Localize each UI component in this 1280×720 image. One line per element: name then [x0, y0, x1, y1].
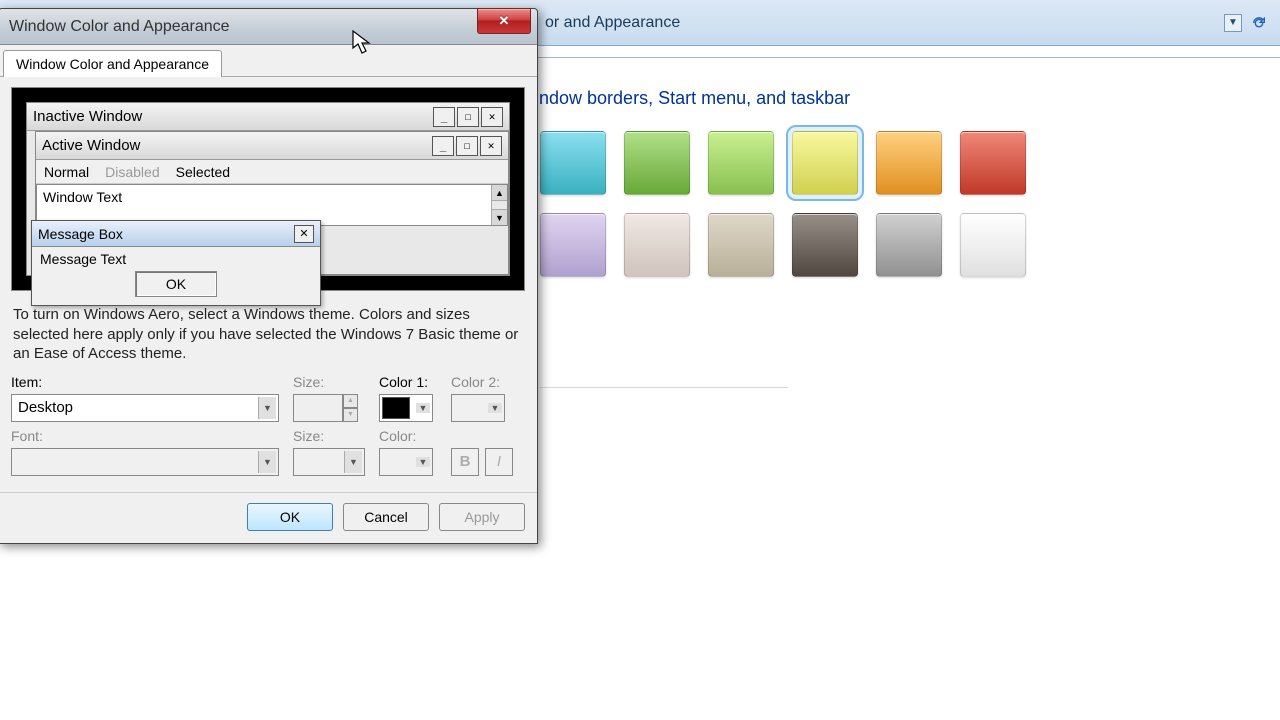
font-size-combo: ▼ [293, 448, 365, 476]
chevron-down-icon: ▼ [416, 457, 430, 467]
menu-disabled: Disabled [105, 164, 159, 180]
color-swatch[interactable] [708, 131, 774, 195]
color1-chip [382, 397, 410, 419]
chevron-down-icon: ▼ [488, 403, 502, 413]
refresh-icon [1251, 15, 1267, 31]
color-swatch[interactable] [624, 131, 690, 195]
color-heading: indow borders, Start menu, and taskbar [535, 88, 1240, 109]
color-swatch[interactable] [624, 213, 690, 277]
messagebox-text: Message Text [40, 251, 126, 267]
divider [540, 387, 788, 388]
menu-normal: Normal [44, 164, 89, 180]
description-text: To turn on Windows Aero, select a Window… [13, 305, 523, 364]
preview-scrollbar: ▲ ▼ [491, 185, 507, 225]
color-swatch[interactable] [540, 213, 606, 277]
italic-button: I [485, 448, 513, 476]
preview-menubar: Normal Disabled Selected [36, 160, 508, 184]
window-text: Window Text [43, 189, 122, 205]
address-dropdown-button[interactable]: ▼ [1224, 14, 1242, 32]
font-combo: ▼ [11, 448, 279, 476]
size-spinner: ▲ ▼ [293, 394, 365, 422]
size2-label: Size: [293, 428, 365, 444]
menu-selected: Selected [176, 164, 230, 180]
size-input [293, 394, 343, 422]
messagebox-title: Message Box [38, 226, 123, 242]
chevron-down-icon: ▼ [258, 451, 276, 473]
color2-combo: ▼ [451, 394, 505, 422]
scroll-up-icon: ▲ [492, 185, 507, 201]
item-combo[interactable]: Desktop ▼ [11, 394, 279, 422]
bold-button: B [451, 448, 479, 476]
font-color-combo: ▼ [379, 448, 433, 476]
item-label: Item: [11, 374, 279, 390]
color-swatch[interactable] [960, 131, 1026, 195]
spin-up-icon: ▲ [343, 394, 358, 408]
spin-down-icon: ▼ [343, 408, 358, 422]
dialog-close-button[interactable]: ✕ [477, 8, 531, 34]
close-icon: ✕ [481, 107, 503, 127]
color-swatch-selected[interactable] [792, 131, 858, 195]
minimize-icon: _ [432, 136, 454, 156]
cancel-button[interactable]: Cancel [343, 503, 429, 531]
color-swatch[interactable] [876, 213, 942, 277]
messagebox-ok-button: OK [135, 271, 217, 297]
active-window-title: Active Window [42, 137, 432, 154]
color-swatch[interactable] [708, 213, 774, 277]
chevron-down-icon: ▼ [344, 451, 362, 473]
maximize-icon: ☐ [456, 136, 478, 156]
minimize-icon: _ [433, 107, 455, 127]
color-swatch[interactable] [960, 213, 1026, 277]
apply-button[interactable]: Apply [439, 503, 525, 531]
dialog-title: Window Color and Appearance [9, 18, 230, 36]
tab-appearance[interactable]: Window Color and Appearance [3, 50, 222, 77]
color-swatch[interactable] [792, 213, 858, 277]
inactive-window-title: Inactive Window [33, 108, 433, 125]
color2-label: Color 2: [451, 374, 509, 390]
preview-pane: Inactive Window _ ☐ ✕ Active Window _ ☐ … [11, 87, 525, 291]
preview-messagebox: Message Box ✕ Message Text OK [31, 220, 321, 306]
item-value: Desktop [18, 399, 73, 416]
color-swatch-grid [540, 131, 1060, 277]
ok-button[interactable]: OK [247, 503, 333, 531]
color1-label: Color 1: [379, 374, 437, 390]
size-label: Size: [293, 374, 365, 390]
maximize-icon: ☐ [457, 107, 479, 127]
chevron-down-icon: ▼ [258, 397, 276, 419]
dialog-tabs: Window Color and Appearance [0, 45, 537, 76]
scroll-down-icon: ▼ [492, 209, 507, 225]
dialog-footer: OK Cancel Apply [0, 492, 537, 543]
font-color-label: Color: [379, 428, 437, 444]
refresh-button[interactable] [1248, 12, 1270, 34]
color-swatch[interactable] [540, 131, 606, 195]
close-icon: ✕ [499, 13, 510, 29]
chevron-down-icon: ▼ [416, 403, 430, 413]
close-icon: ✕ [480, 136, 502, 156]
close-icon: ✕ [294, 225, 314, 243]
color-swatch[interactable] [876, 131, 942, 195]
font-label: Font: [11, 428, 279, 444]
appearance-dialog: Window Color and Appearance ✕ Window Col… [0, 8, 538, 544]
preview-active-window: Active Window _ ☐ ✕ Normal Disabled Sele… [35, 131, 509, 275]
dialog-titlebar[interactable]: Window Color and Appearance ✕ [0, 9, 537, 45]
preview-inactive-window: Inactive Window _ ☐ ✕ Active Window _ ☐ … [26, 102, 510, 276]
control-panel-title: or and Appearance [545, 14, 680, 32]
color1-combo[interactable]: ▼ [379, 394, 433, 422]
